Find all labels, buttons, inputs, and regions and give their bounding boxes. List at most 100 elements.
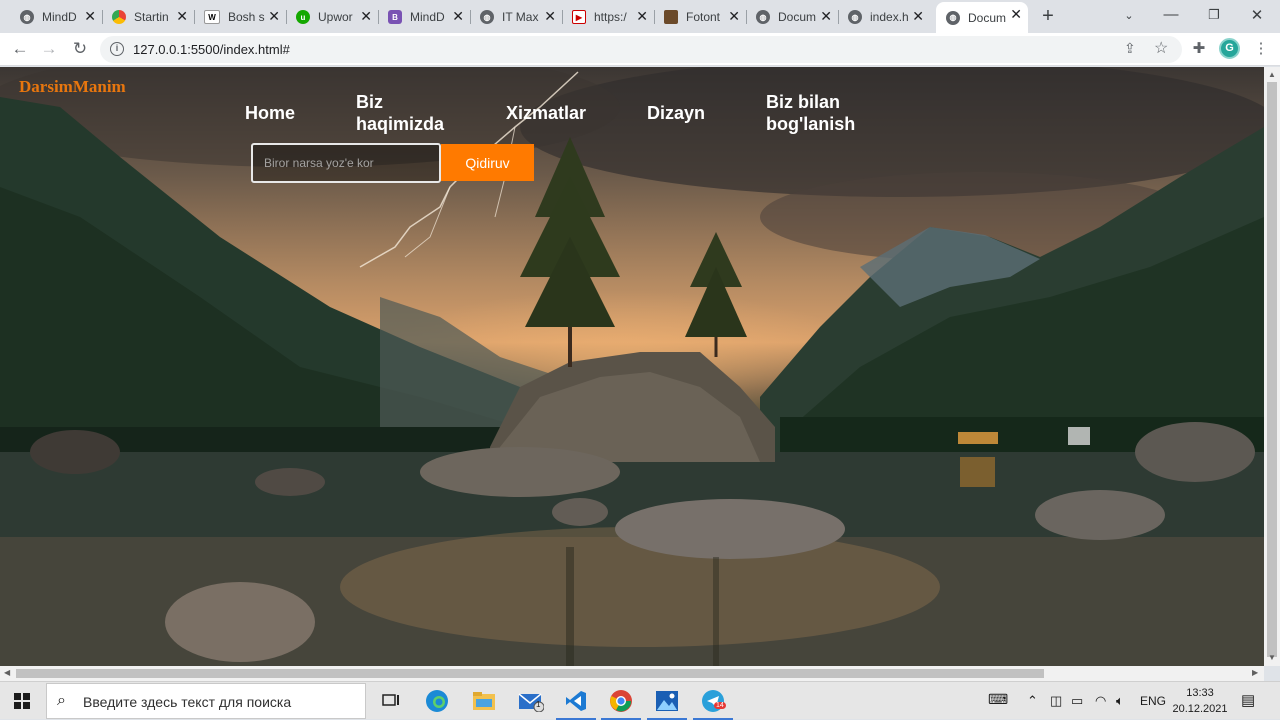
system-clock[interactable]: 13:33 20.12.2021 xyxy=(1172,685,1228,717)
maximize-button[interactable]: ❐ xyxy=(1203,7,1225,23)
show-hidden-icons-chevron-icon[interactable]: ⌃ xyxy=(1027,693,1038,709)
browser-tab[interactable]: ◍ MindD ✕ xyxy=(10,4,103,30)
battery-icon[interactable]: ▭ xyxy=(1071,693,1083,709)
scroll-thumb[interactable] xyxy=(1267,82,1277,657)
browser-tab[interactable]: Fotont ✕ xyxy=(654,4,747,30)
browser-tab[interactable]: u Upwor ✕ xyxy=(286,4,379,30)
nav-link-contact[interactable]: Biz bilan bog'lanish xyxy=(766,91,855,135)
close-tab-icon[interactable]: ✕ xyxy=(820,9,832,23)
url-text[interactable]: 127.0.0.1:5500/index.html# xyxy=(133,42,290,57)
nav-link-about-line1: Biz xyxy=(356,92,383,112)
globe-icon: ◍ xyxy=(480,10,494,24)
landscape-background xyxy=(0,67,1264,666)
meet-now-icon[interactable]: ◫ xyxy=(1050,693,1062,709)
chrome-icon[interactable] xyxy=(601,687,641,720)
tab-title: Startin xyxy=(134,10,169,24)
browser-tab[interactable]: B MindD ✕ xyxy=(378,4,471,30)
edge-browser-icon[interactable] xyxy=(423,687,451,715)
clock-date: 20.12.2021 xyxy=(1172,703,1228,715)
scroll-down-arrow-icon[interactable]: ▼ xyxy=(1268,653,1276,662)
notifications-icon[interactable]: ▤ xyxy=(1241,691,1255,709)
nav-link-services[interactable]: Xizmatlar xyxy=(506,102,586,124)
close-tab-icon[interactable]: ✕ xyxy=(452,9,464,23)
search-input[interactable] xyxy=(251,143,441,183)
address-bar[interactable]: i 127.0.0.1:5500/index.html# ⇪ ☆ xyxy=(100,36,1182,63)
close-tab-icon[interactable]: ✕ xyxy=(84,9,96,23)
volume-icon[interactable]: 🔈︎ xyxy=(1116,693,1124,709)
youtube-icon: ▶ xyxy=(572,10,586,24)
scroll-left-arrow-icon[interactable]: ◀ xyxy=(4,668,10,677)
close-tab-icon[interactable]: ✕ xyxy=(912,9,924,23)
page-viewport: DarsimManim Home Biz haqimizda Xizmatlar… xyxy=(0,67,1264,666)
nav-link-contact-line2: bog'lanish xyxy=(766,114,856,134)
nav-link-contact-line1: Biz bilan xyxy=(766,92,841,112)
windows-start-icon[interactable] xyxy=(14,693,30,709)
back-arrow-icon[interactable]: ← xyxy=(9,38,31,60)
mail-icon[interactable]: 1 xyxy=(517,687,545,715)
clock-time: 13:33 xyxy=(1186,687,1214,699)
extensions-puzzle-icon[interactable]: ✚ xyxy=(1188,38,1210,60)
bookmark-star-icon[interactable]: ☆ xyxy=(1154,38,1168,58)
close-tab-icon[interactable]: ✕ xyxy=(176,9,188,23)
close-tab-icon[interactable]: ✕ xyxy=(360,9,372,23)
new-tab-button[interactable]: + xyxy=(1036,5,1060,29)
tab-search-chevron-icon[interactable]: ⌄ xyxy=(1118,9,1140,22)
globe-icon: ◍ xyxy=(20,10,34,24)
telegram-badge: 14 xyxy=(714,702,726,709)
browser-tab[interactable]: ▶ https:/ ✕ xyxy=(562,4,655,30)
scroll-thumb[interactable] xyxy=(16,669,1044,678)
keyboard-icon[interactable]: ⌨ xyxy=(988,691,1008,708)
bootstrap-icon: B xyxy=(388,10,402,24)
menu-kebab-icon[interactable]: ⋮ xyxy=(1250,38,1272,60)
mail-badge: 1 xyxy=(536,700,541,709)
tab-title: MindD xyxy=(42,10,77,24)
browser-tab[interactable]: ◍ index.h ✕ xyxy=(838,4,930,30)
tab-title: Fotont xyxy=(686,10,721,24)
taskbar-search-placeholder: Введите здесь текст для поиска xyxy=(83,694,292,710)
scroll-right-arrow-icon[interactable]: ▶ xyxy=(1252,668,1258,677)
browser-tab[interactable]: ◍ Docum ✕ xyxy=(746,4,839,30)
browser-tab[interactable]: ◍ IT Max ✕ xyxy=(470,4,563,30)
vscode-icon[interactable] xyxy=(556,687,596,720)
browser-tab[interactable]: Startin ✕ xyxy=(102,4,195,30)
site-logo[interactable]: DarsimManim xyxy=(19,77,126,97)
close-tab-icon[interactable]: ✕ xyxy=(268,9,280,23)
close-tab-icon[interactable]: ✕ xyxy=(544,9,556,23)
close-tab-icon[interactable]: ✕ xyxy=(636,9,648,23)
minimize-button[interactable]: — xyxy=(1160,6,1182,23)
photos-icon[interactable] xyxy=(647,687,687,720)
close-window-button[interactable]: ✕ xyxy=(1246,6,1268,24)
globe-icon: ◍ xyxy=(848,10,862,24)
close-tab-icon[interactable]: ✕ xyxy=(728,9,740,23)
nav-link-home[interactable]: Home xyxy=(245,102,295,124)
language-indicator[interactable]: ENG xyxy=(1140,694,1166,708)
chrome-icon xyxy=(112,10,126,24)
wifi-icon[interactable]: ◠ xyxy=(1095,693,1106,709)
nav-link-about-line2: haqimizda xyxy=(356,114,445,134)
task-view-icon[interactable] xyxy=(377,687,405,715)
browser-tab-active[interactable]: ◍ Docum ✕ xyxy=(936,2,1028,33)
nav-link-design[interactable]: Dizayn xyxy=(647,102,705,124)
file-explorer-icon[interactable] xyxy=(470,687,498,715)
forward-arrow-icon[interactable]: → xyxy=(38,38,60,60)
scroll-up-arrow-icon[interactable]: ▲ xyxy=(1268,70,1276,79)
taskbar-search-box[interactable]: ⌕ Введите здесь текст для поиска xyxy=(46,683,366,719)
search-icon: ⌕ xyxy=(57,692,66,709)
share-icon[interactable]: ⇪ xyxy=(1124,40,1136,57)
vertical-scrollbar[interactable]: ▲ ▼ xyxy=(1264,67,1280,666)
globe-icon: ◍ xyxy=(946,10,960,25)
close-tab-icon[interactable]: ✕ xyxy=(1010,7,1022,21)
tab-title: IT Max xyxy=(502,10,539,24)
browser-toolbar: ← → ↻ i 127.0.0.1:5500/index.html# ⇪ ☆ ✚… xyxy=(0,33,1280,66)
tab-title: MindD xyxy=(410,10,445,24)
upwork-icon: u xyxy=(296,10,310,24)
search-button[interactable]: Qidiruv xyxy=(441,144,534,181)
browser-tab[interactable]: W Bosh s ✕ xyxy=(194,4,287,30)
horizontal-scrollbar[interactable]: ◀ ▶ xyxy=(0,666,1264,681)
site-info-icon[interactable]: i xyxy=(110,42,124,56)
nav-link-about[interactable]: Biz haqimizda xyxy=(356,91,444,135)
telegram-icon[interactable]: 14 xyxy=(693,687,733,720)
reload-icon[interactable]: ↻ xyxy=(69,38,91,60)
tab-strip: ◍ MindD ✕ Startin ✕ W Bosh s ✕ u Upwor ✕… xyxy=(0,0,1280,33)
profile-avatar[interactable]: G xyxy=(1219,38,1240,59)
